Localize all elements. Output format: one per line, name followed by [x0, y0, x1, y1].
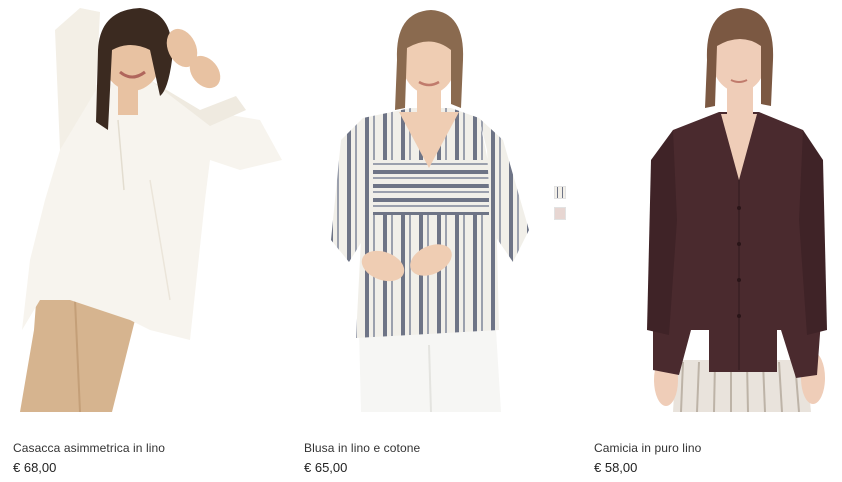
product-card[interactable]: Casacca asimmetrica in lino € 68,00 — [0, 0, 282, 482]
product-photo-casacca — [20, 8, 282, 412]
product-card[interactable]: Blusa in lino e cotone € 65,00 — [291, 0, 573, 482]
swatch-rose[interactable] — [554, 207, 566, 220]
product-price: € 65,00 — [304, 460, 348, 475]
product-price: € 68,00 — [13, 460, 57, 475]
product-photo-camicia — [647, 8, 827, 412]
product-image[interactable] — [581, 0, 842, 412]
product-image[interactable] — [0, 0, 282, 412]
product-grid: Casacca asimmetrica in lino € 68,00 Blus… — [0, 0, 842, 482]
product-photo-blusa — [331, 10, 529, 412]
product-name[interactable]: Camicia in puro lino — [594, 441, 701, 455]
product-image[interactable] — [291, 0, 573, 412]
product-price: € 58,00 — [594, 460, 638, 475]
color-swatches — [554, 186, 568, 226]
product-name[interactable]: Casacca asimmetrica in lino — [13, 441, 165, 455]
product-card[interactable]: Camicia in puro lino € 58,00 — [581, 0, 842, 482]
swatch-striped[interactable] — [554, 186, 566, 199]
product-name[interactable]: Blusa in lino e cotone — [304, 441, 420, 455]
